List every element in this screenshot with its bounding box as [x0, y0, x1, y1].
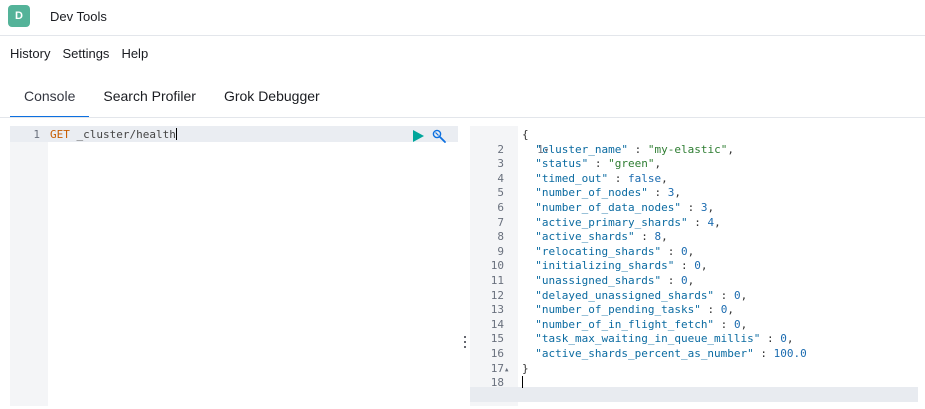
json-value: 0	[733, 288, 741, 302]
json-value: "green"	[608, 157, 655, 171]
response-line: 15 "task_max_waiting_in_queue_millis" : …	[490, 332, 794, 346]
tab-grok-debugger[interactable]: Grok Debugger	[210, 78, 334, 118]
tab-bar: Console Search Profiler Grok Debugger	[10, 78, 334, 118]
text-caret	[175, 128, 177, 140]
response-line: 13 "number_of_pending_tasks" : 0,	[490, 303, 734, 317]
response-line: 1▾ {	[470, 128, 558, 156]
response-line: 6 "number_of_data_nodes" : 3,	[497, 200, 715, 214]
request-gutter	[10, 126, 48, 406]
json-key: "status"	[535, 157, 589, 171]
json-key: "initializing_shards"	[535, 259, 675, 273]
json-key: "number_of_data_nodes"	[535, 200, 681, 214]
response-line: 18	[470, 376, 558, 391]
response-line: 10 "initializing_shards" : 0,	[490, 259, 708, 273]
json-value: 0	[680, 244, 688, 258]
response-line: 16 "active_shards_percent_as_number" : 1…	[490, 346, 807, 360]
json-key: "timed_out"	[535, 171, 609, 185]
tab-search-profiler[interactable]: Search Profiler	[89, 78, 210, 118]
request-editor[interactable]: 1 GET _cluster/health	[10, 126, 458, 406]
app-title: Dev Tools	[50, 9, 107, 24]
tabs-divider	[0, 117, 925, 118]
panel-resizer[interactable]	[459, 126, 469, 406]
json-value: 0	[680, 273, 688, 287]
tab-console[interactable]: Console	[10, 78, 90, 118]
request-line-number: 1	[33, 128, 40, 141]
resizer-handle-icon[interactable]	[464, 336, 466, 348]
response-line: 7 "active_primary_shards" : 4,	[497, 215, 721, 229]
text-caret	[522, 376, 523, 389]
fold-arrow-icon[interactable]: ▴	[504, 363, 518, 378]
json-key: "active_shards"	[535, 230, 635, 244]
json-value: 0	[780, 332, 787, 346]
json-key: "number_of_in_flight_fetch"	[535, 317, 715, 331]
json-value: 0	[733, 317, 741, 331]
request-text[interactable]: GET _cluster/health	[50, 128, 177, 141]
response-line: 12 "delayed_unassigned_shards" : 0,	[490, 288, 748, 302]
menu-help[interactable]: Help	[121, 46, 148, 61]
json-value: "my-elastic"	[647, 142, 728, 156]
app-badge-icon[interactable]: D	[8, 5, 30, 27]
request-path: _cluster/health	[76, 128, 176, 141]
top-bar: D Dev Tools	[0, 0, 925, 36]
json-value: false	[627, 171, 662, 185]
response-line: 9 "relocating_shards" : 0,	[497, 244, 695, 258]
response-lines: 1▾ { 2 "cluster_name" : "my-elastic", 3 "…	[470, 128, 807, 391]
json-key: "relocating_shards"	[535, 244, 662, 258]
menu-history[interactable]: History	[10, 46, 50, 61]
response-line: 5 "number_of_nodes" : 3,	[497, 186, 681, 200]
json-key: "task_max_waiting_in_queue_millis"	[535, 332, 761, 346]
response-line: 4 "timed_out" : false,	[497, 171, 668, 185]
response-line: 17▴}	[470, 362, 558, 377]
response-line: 2 "cluster_name" : "my-elastic",	[497, 142, 734, 156]
json-key: "number_of_pending_tasks"	[535, 303, 701, 317]
response-line: 3 "status" : "green",	[497, 157, 662, 171]
play-icon[interactable]	[412, 130, 424, 142]
request-method: GET	[50, 128, 70, 141]
response-line: 14 "number_of_in_flight_fetch" : 0,	[490, 317, 748, 331]
response-line: 8 "active_shards" : 8,	[497, 230, 668, 244]
response-line: 11 "unassigned_shards" : 0,	[490, 273, 695, 287]
json-key: "active_primary_shards"	[535, 215, 688, 229]
json-value: 0	[694, 259, 701, 273]
wrench-icon[interactable]	[431, 128, 447, 144]
json-value: 100.0	[773, 346, 807, 360]
json-key: "cluster_name"	[535, 142, 628, 156]
response-viewer[interactable]: 1▾ { 2 "cluster_name" : "my-elastic", 3 "…	[470, 126, 918, 406]
json-key: "delayed_unassigned_shards"	[535, 288, 715, 302]
menu-settings[interactable]: Settings	[62, 46, 109, 61]
json-key: "active_shards_percent_as_number"	[535, 346, 754, 360]
top-menu: History Settings Help	[10, 46, 148, 61]
json-key: "number_of_nodes"	[535, 186, 648, 200]
json-key: "unassigned_shards"	[535, 273, 662, 287]
